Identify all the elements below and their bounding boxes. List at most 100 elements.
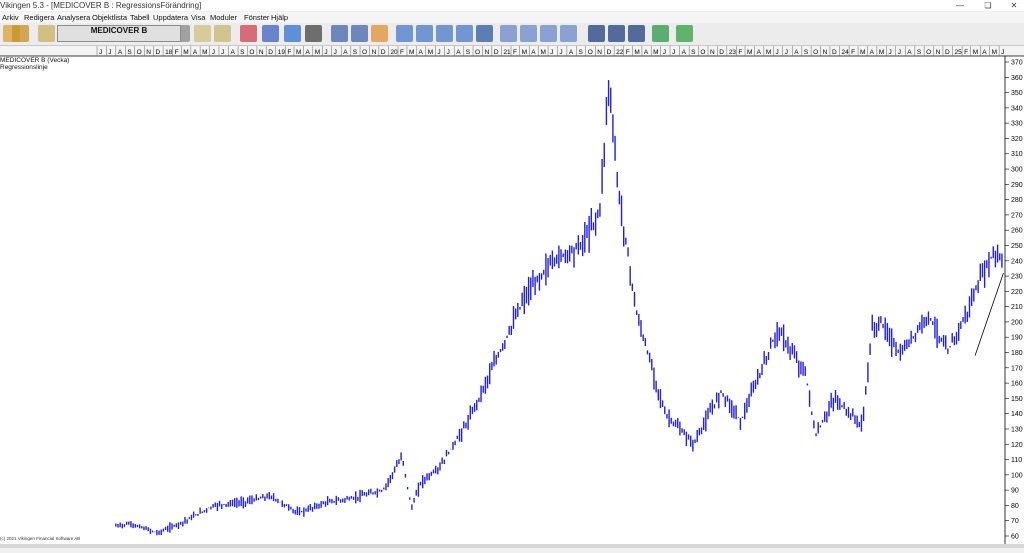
menu-item-6[interactable]: Visa xyxy=(191,12,205,23)
palette-icon[interactable] xyxy=(371,25,388,42)
copyright-text: (c) 2021 Vikingen Financial Software AB xyxy=(0,536,81,541)
month-label: J xyxy=(663,49,666,56)
month-label: O xyxy=(588,49,593,56)
y-tick-label: 210 xyxy=(1011,304,1023,311)
symbol-field[interactable]: MEDICOVER B xyxy=(57,25,181,42)
candlestick-icon[interactable] xyxy=(588,25,605,42)
menu-bar: Arkiv Redigera Analysera Objektlista Tabell U… xyxy=(0,12,1024,23)
security-label: MEDICOVER B (Vecka) xyxy=(0,57,70,64)
window-icon[interactable] xyxy=(456,25,473,42)
y-tick-label: 270 xyxy=(1011,212,1023,219)
month-label: A xyxy=(644,49,649,56)
y-tick-label: 300 xyxy=(1011,167,1023,174)
menu-item-8[interactable]: Fönster xyxy=(244,12,269,23)
month-label: D xyxy=(155,49,160,56)
menu-item-9[interactable]: Hjälp xyxy=(271,12,288,23)
month-label: A xyxy=(231,49,236,56)
y-tick-label: 80 xyxy=(1011,503,1019,510)
y-tick-label: 260 xyxy=(1011,228,1023,235)
month-label: A xyxy=(982,49,987,56)
month-label: 24 xyxy=(842,49,850,56)
maximize-icon[interactable]: ❏ xyxy=(978,0,998,11)
y-tick-label: 250 xyxy=(1011,243,1023,250)
menu-item-0[interactable]: Arkiv xyxy=(2,12,19,23)
printer-icon[interactable] xyxy=(351,25,368,42)
close-icon[interactable]: ✕ xyxy=(1004,0,1024,11)
chart-lines-icon[interactable] xyxy=(240,25,257,42)
month-label: J xyxy=(898,49,901,56)
edit-list-icon[interactable] xyxy=(214,25,231,42)
month-label: J xyxy=(888,49,891,56)
window-icon[interactable] xyxy=(396,25,413,42)
month-label: M xyxy=(428,49,433,56)
month-label: S xyxy=(691,49,696,56)
month-label: 19 xyxy=(278,49,286,56)
price-chart: J J A S O N D 18 F M A M J J A S O N D 19 F M A M J J A S O N D 20 F M A M J… xyxy=(0,46,1024,546)
menu-item-2[interactable]: Analysera xyxy=(57,12,90,23)
minimize-icon[interactable]: — xyxy=(950,0,970,11)
month-label: D xyxy=(832,49,837,56)
window-icon[interactable] xyxy=(560,25,577,42)
month-label: A xyxy=(118,49,123,56)
month-label: O xyxy=(362,49,367,56)
month-label: 21 xyxy=(503,49,511,56)
month-label: D xyxy=(607,49,612,56)
y-tick-label: 180 xyxy=(1011,350,1023,357)
globe-icon[interactable] xyxy=(652,25,669,42)
list-icon[interactable] xyxy=(194,25,211,42)
menu-item-5[interactable]: Uppdatera xyxy=(153,12,188,23)
notes-icon[interactable] xyxy=(38,25,55,42)
month-label: J xyxy=(212,49,215,56)
horizontal-scrollbar[interactable] xyxy=(0,544,1024,548)
month-label: O xyxy=(813,49,818,56)
update-icon[interactable] xyxy=(676,25,693,42)
month-label: J xyxy=(99,49,102,56)
month-label: S xyxy=(127,49,132,56)
y-tick-label: 280 xyxy=(1011,197,1023,204)
camera-icon[interactable] xyxy=(305,25,322,42)
refresh-icon[interactable] xyxy=(284,25,301,42)
y-tick-label: 150 xyxy=(1011,396,1023,403)
bars-icon[interactable] xyxy=(608,25,625,42)
y-tick-label: 200 xyxy=(1011,319,1023,326)
window-icon[interactable] xyxy=(520,25,537,42)
menu-item-4[interactable]: Tabell xyxy=(130,12,150,23)
window-icon[interactable] xyxy=(416,25,433,42)
month-label: S xyxy=(917,49,922,56)
menu-item-1[interactable]: Redigera xyxy=(24,12,54,23)
month-label: N xyxy=(146,49,151,56)
month-label: M xyxy=(296,49,301,56)
info-icon[interactable] xyxy=(262,25,279,42)
month-label: J xyxy=(221,49,224,56)
y-tick-label: 190 xyxy=(1011,335,1023,342)
menu-item-3[interactable]: Objektlista xyxy=(92,12,127,23)
y-tick-label: 370 xyxy=(1011,60,1023,67)
month-label: O xyxy=(926,49,931,56)
month-label: N xyxy=(485,49,490,56)
month-label: A xyxy=(682,49,687,56)
window-icon[interactable] xyxy=(436,25,453,42)
month-label: N xyxy=(710,49,715,56)
window-icon[interactable] xyxy=(540,25,557,42)
month-label: A xyxy=(193,49,198,56)
chart-area[interactable]: J J A S O N D 18 F M A M J J A S O N D 19 F M A M J J A S O N D 20 F M A M J… xyxy=(0,46,1024,548)
month-label: J xyxy=(334,49,337,56)
month-label: 25 xyxy=(955,49,963,56)
y-tick-label: 70 xyxy=(1011,518,1019,525)
y-tick-label: 230 xyxy=(1011,274,1023,281)
month-label: N xyxy=(823,49,828,56)
month-label: A xyxy=(456,49,461,56)
printer-icon[interactable] xyxy=(331,25,348,42)
month-label: M xyxy=(183,49,188,56)
import-icon[interactable] xyxy=(12,25,29,42)
grid-icon[interactable] xyxy=(476,25,493,42)
menu-item-7[interactable]: Moduler xyxy=(210,12,237,23)
window-icon[interactable] xyxy=(500,25,517,42)
window-title: Vikingen 5.3 - [MEDICOVER B : Regression… xyxy=(0,1,202,10)
indicator-label: Regressionslinje xyxy=(0,64,48,71)
y-tick-label: 310 xyxy=(1011,151,1023,158)
curve-icon[interactable] xyxy=(628,25,645,42)
month-label: O xyxy=(249,49,254,56)
month-label: S xyxy=(804,49,809,56)
stepper-icon[interactable] xyxy=(180,25,190,42)
